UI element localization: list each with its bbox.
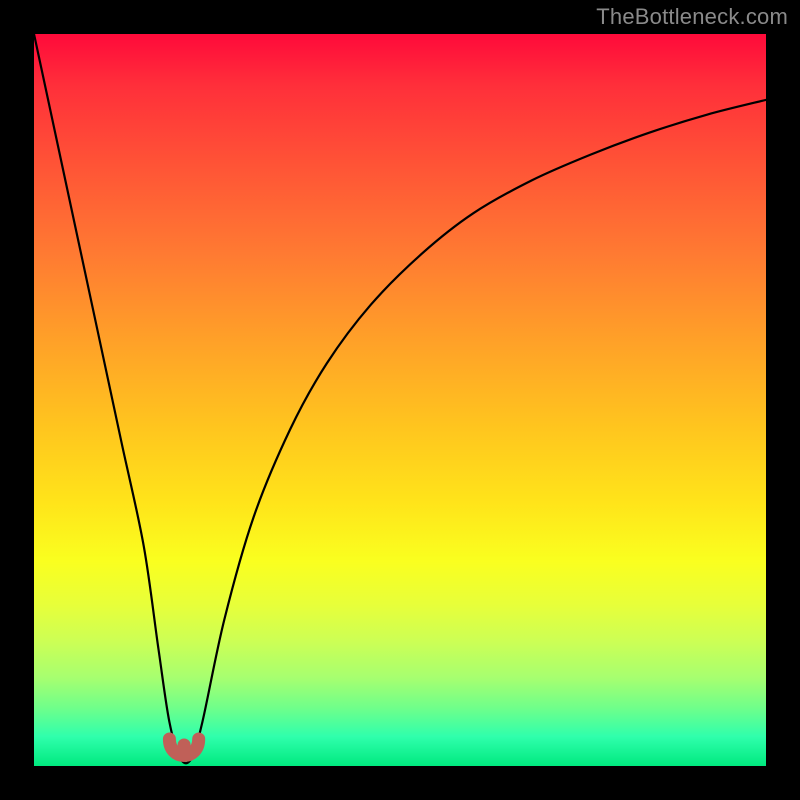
plot-area <box>34 34 766 766</box>
watermark-text: TheBottleneck.com <box>596 4 788 30</box>
bottleneck-curve <box>34 34 766 763</box>
curve-layer <box>34 34 766 766</box>
min-marker <box>169 739 198 756</box>
chart-frame: TheBottleneck.com <box>0 0 800 800</box>
